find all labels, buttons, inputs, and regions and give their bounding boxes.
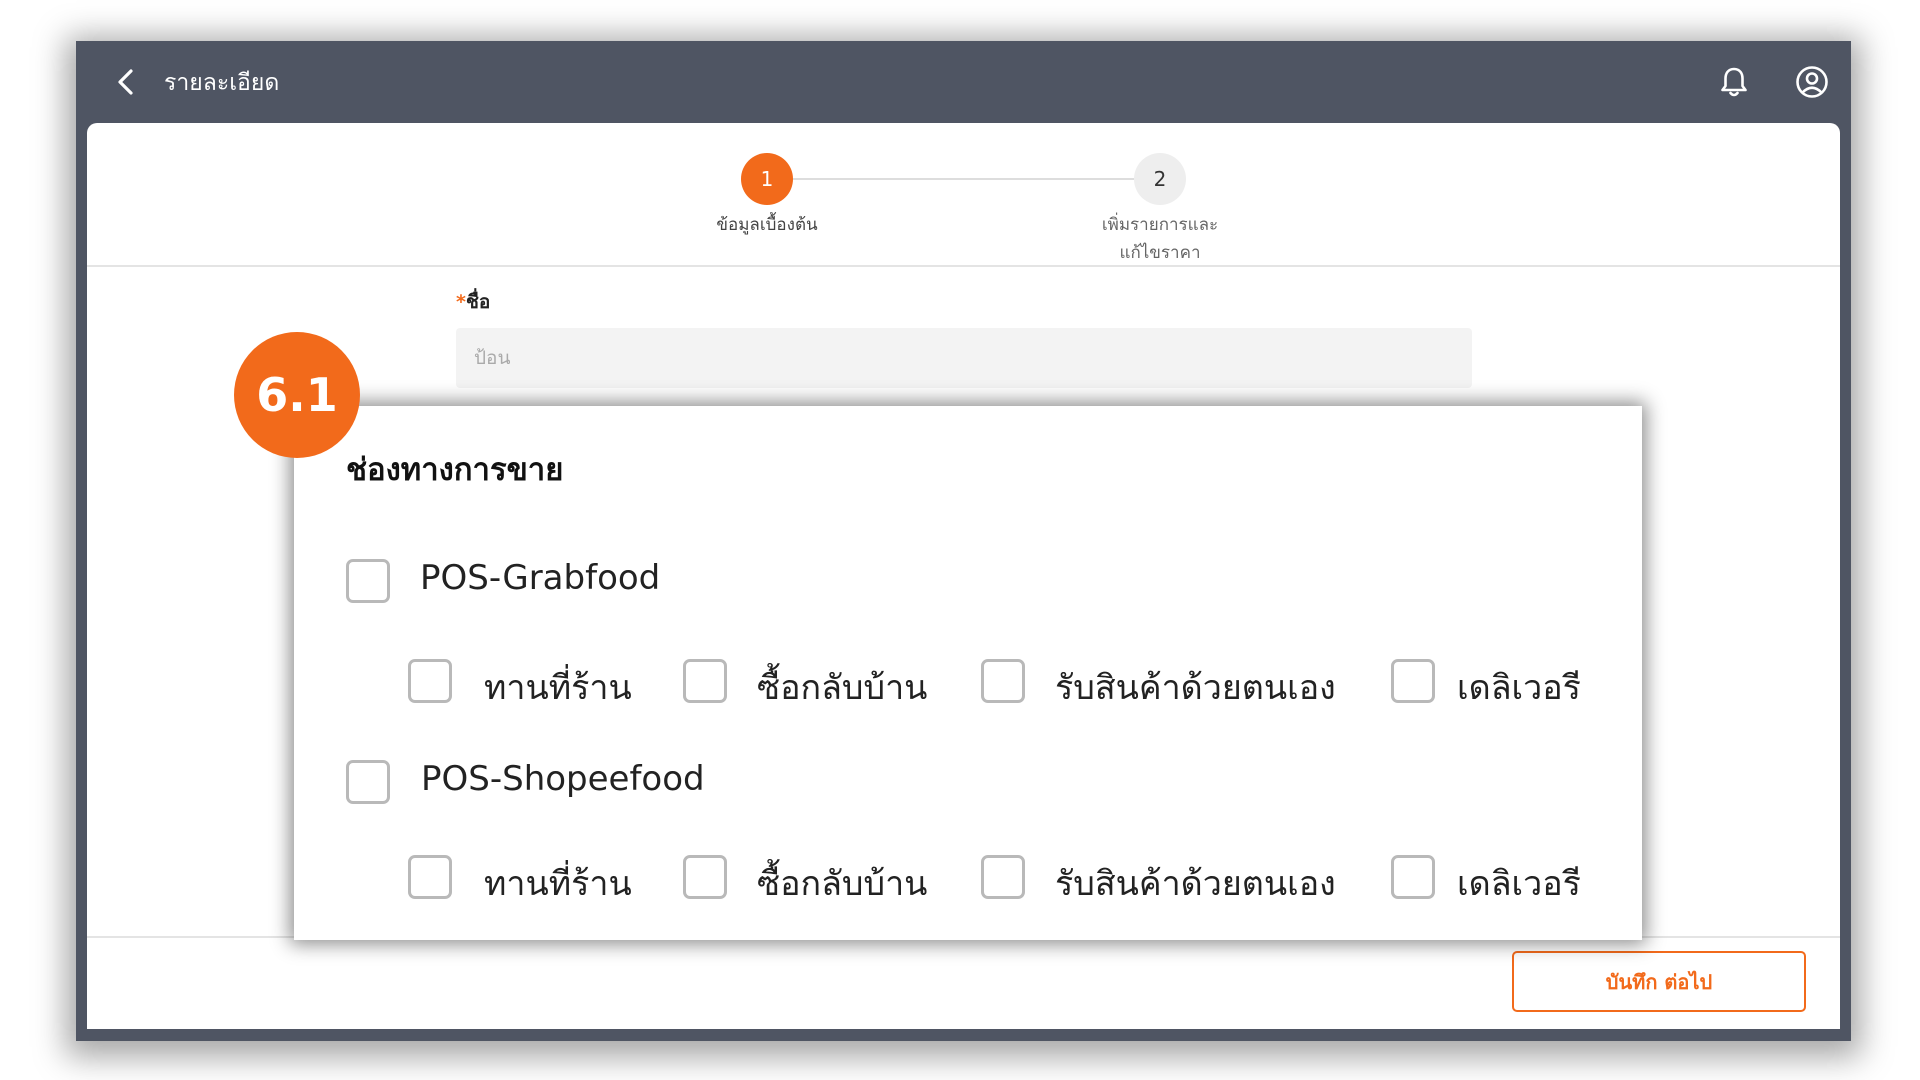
label-shopeefood-takeaway: ซื้อกลับบ้าน xyxy=(757,864,928,904)
checkbox-shopeefood-delivery[interactable] xyxy=(1391,855,1435,899)
step-1-label: ข้อมูลเบื้องต้น xyxy=(716,215,818,235)
checkbox-grabfood-dine-in[interactable] xyxy=(408,659,452,703)
required-mark: * xyxy=(456,291,466,313)
step-2-label: เพิ่มรายการและ แก้ไขราคา xyxy=(1090,211,1230,267)
name-field-label: *ชื่อ xyxy=(456,287,490,317)
label-pos-grabfood: POS-Grabfood xyxy=(420,558,661,598)
checkbox-grabfood-takeaway[interactable] xyxy=(683,659,727,703)
notification-button[interactable] xyxy=(1715,63,1753,101)
name-label-text: ชื่อ xyxy=(465,291,491,313)
checkbox-shopeefood-takeaway[interactable] xyxy=(683,855,727,899)
top-bar: รายละเอียด xyxy=(76,41,1851,123)
user-circle-icon xyxy=(1796,66,1828,98)
step-badge: 6.1 xyxy=(234,332,360,458)
checkbox-grabfood-pickup[interactable] xyxy=(981,659,1025,703)
step-2-indicator[interactable]: 2 xyxy=(1134,153,1186,205)
step-1-indicator[interactable]: 1 xyxy=(741,153,793,205)
label-grabfood-delivery: เดลิเวอรี xyxy=(1457,668,1581,708)
back-button[interactable] xyxy=(108,64,144,100)
account-button[interactable] xyxy=(1792,62,1832,102)
label-shopeefood-dine-in: ทานที่ร้าน xyxy=(484,864,632,904)
step-2-label-line1: เพิ่มรายการและ xyxy=(1101,215,1219,235)
chevron-left-icon xyxy=(118,69,133,95)
label-grabfood-pickup: รับสินค้าด้วยตนเอง xyxy=(1055,668,1336,708)
label-shopeefood-pickup: รับสินค้าด้วยตนเอง xyxy=(1055,864,1336,904)
step-2-label-line2: แก้ไขราคา xyxy=(1119,243,1201,263)
checkbox-pos-shopeefood[interactable] xyxy=(346,760,390,804)
stepper-connector xyxy=(783,178,1145,180)
label-shopeefood-delivery: เดลิเวอรี xyxy=(1457,864,1581,904)
name-input[interactable] xyxy=(456,328,1472,388)
checkbox-pos-grabfood[interactable] xyxy=(346,559,390,603)
stepper: 1 ข้อมูลเบื้องต้น 2 เพิ่มรายการและ แก้ไข… xyxy=(87,123,1840,267)
checkbox-shopeefood-pickup[interactable] xyxy=(981,855,1025,899)
bell-icon xyxy=(1721,67,1747,97)
sales-channel-card: ช่องทางการขาย POS-Grabfood ทานที่ร้าน ซื… xyxy=(294,406,1642,940)
sales-channel-title: ช่องทางการขาย xyxy=(346,452,564,488)
label-grabfood-dine-in: ทานที่ร้าน xyxy=(484,668,632,708)
checkbox-grabfood-delivery[interactable] xyxy=(1391,659,1435,703)
label-grabfood-takeaway: ซื้อกลับบ้าน xyxy=(757,668,928,708)
page-title: รายละเอียด xyxy=(164,70,280,96)
label-pos-shopeefood: POS-Shopeefood xyxy=(421,759,705,799)
checkbox-shopeefood-dine-in[interactable] xyxy=(408,855,452,899)
save-next-button[interactable]: บันทึก ต่อไป xyxy=(1512,951,1806,1012)
